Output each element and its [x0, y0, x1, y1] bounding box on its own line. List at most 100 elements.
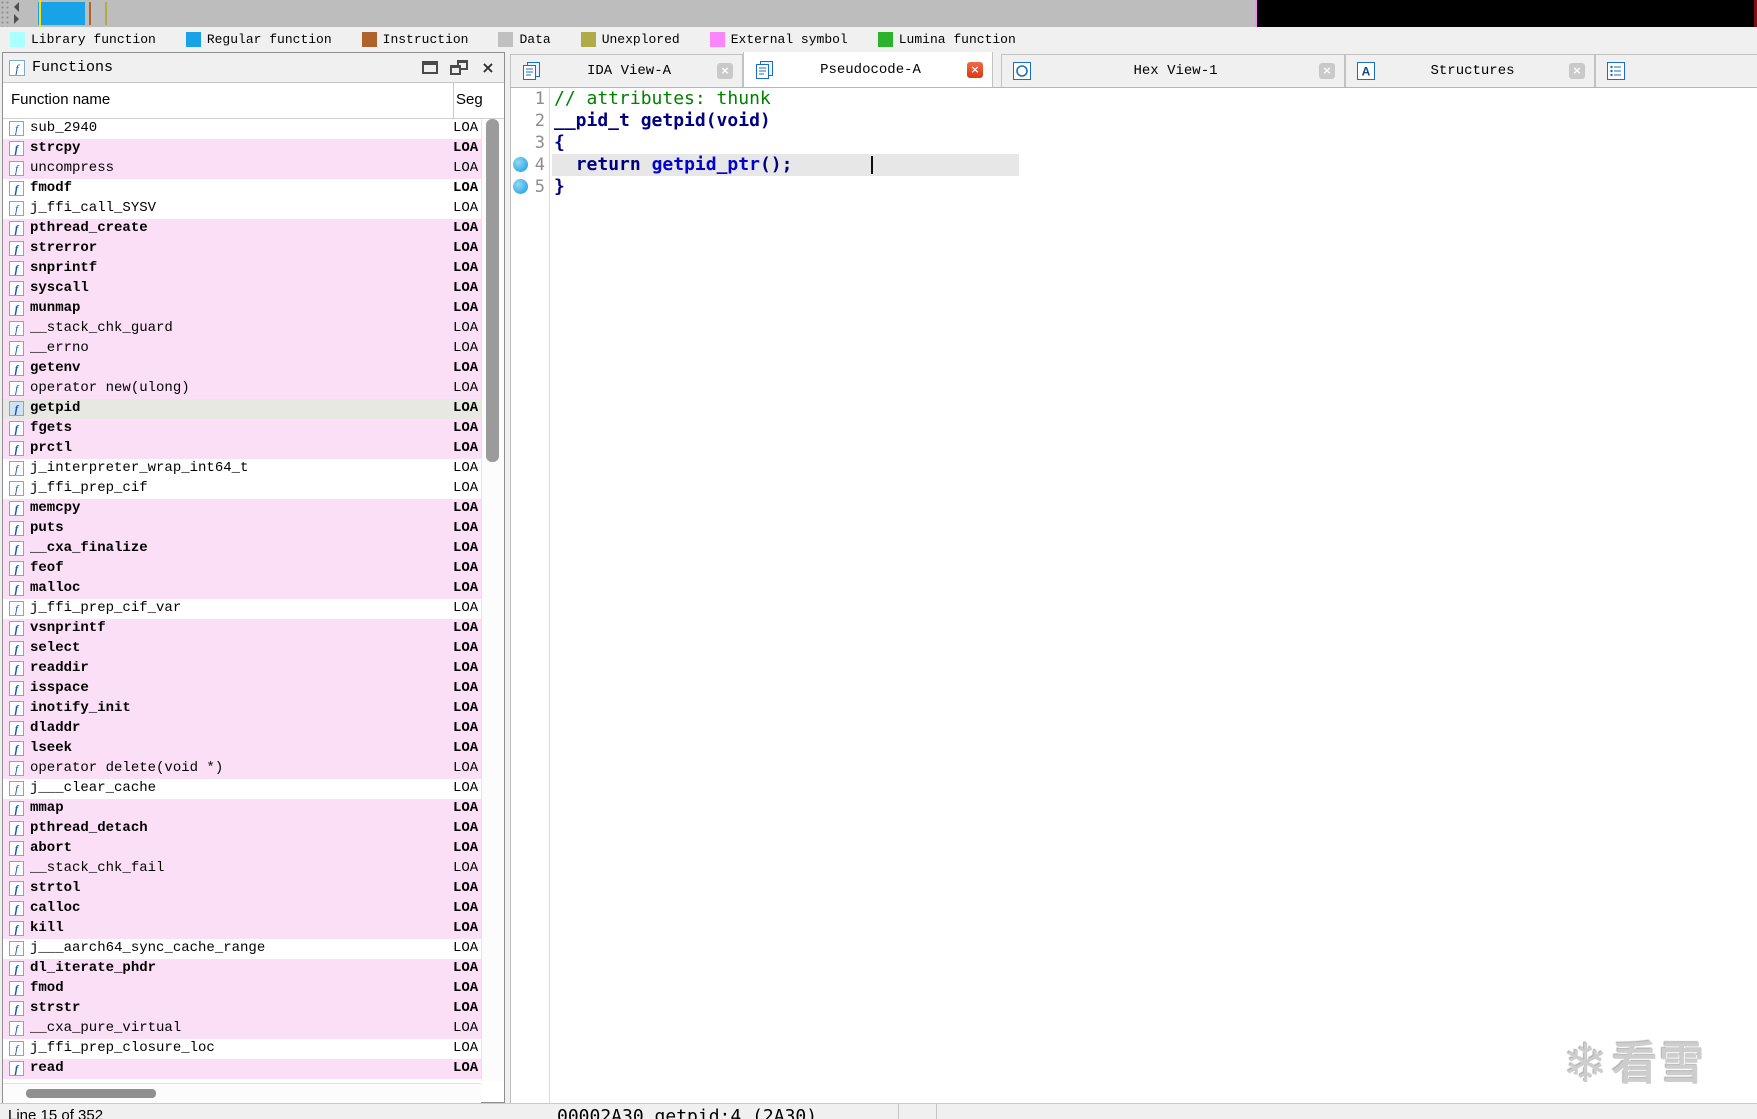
function-row[interactable]: f strstr LOA [3, 999, 504, 1019]
function-name: getpid [30, 400, 81, 416]
function-row[interactable]: f getenv LOA [3, 359, 504, 379]
function-row[interactable]: f j_interpreter_wrap_int64_t LOA [3, 459, 504, 479]
function-row[interactable]: f j_ffi_call_SYSV LOA [3, 199, 504, 219]
function-row[interactable]: f j_ffi_prep_closure_loc LOA [3, 1039, 504, 1059]
function-row[interactable]: f __stack_chk_fail LOA [3, 859, 504, 879]
function-row[interactable]: f j___clear_cache LOA [3, 779, 504, 799]
legend-item: External symbol [709, 32, 848, 47]
function-row[interactable]: f pthread_detach LOA [3, 819, 504, 839]
tab-close-button[interactable]: × [967, 62, 983, 78]
function-row[interactable]: f isspace LOA [3, 679, 504, 699]
function-row[interactable]: f puts LOA [3, 519, 504, 539]
function-f-icon: f [9, 841, 24, 856]
tab-partial[interactable] [1595, 54, 1757, 87]
tab-structures[interactable]: A Structures × [1345, 54, 1595, 87]
function-row[interactable]: f j_ffi_prep_cif LOA [3, 479, 504, 499]
function-row[interactable]: f calloc LOA [3, 899, 504, 919]
function-row[interactable]: f __cxa_pure_virtual LOA [3, 1019, 504, 1039]
vertical-scrollbar[interactable] [481, 119, 504, 1081]
horizontal-scrollbar[interactable] [3, 1083, 481, 1103]
tab-close-button[interactable]: × [1319, 63, 1335, 79]
function-row[interactable]: f __errno LOA [3, 339, 504, 359]
disassembly-view-icon [521, 61, 541, 81]
pseudocode-pane[interactable]: 1 // attributes: thunk 2 __pid_t getpid(voi… [510, 88, 1757, 1103]
function-row[interactable]: f j___aarch64_sync_cache_range LOA [3, 939, 504, 959]
function-f-icon: f [9, 901, 24, 916]
horizontal-scrollbar-handle[interactable] [26, 1089, 156, 1098]
function-row[interactable]: f j_ffi_prep_cif_var LOA [3, 599, 504, 619]
function-row[interactable]: f mmap LOA [3, 799, 504, 819]
toolbar-drag-handle-icon[interactable] [0, 0, 10, 27]
function-row[interactable]: f munmap LOA [3, 299, 504, 319]
code-line[interactable]: 3{ [511, 132, 1757, 154]
function-row[interactable]: f malloc LOA [3, 579, 504, 599]
function-row[interactable]: f snprintf LOA [3, 259, 504, 279]
maximize-button[interactable] [420, 59, 440, 77]
function-segment: LOA [453, 1060, 479, 1076]
function-row[interactable]: f dladdr LOA [3, 719, 504, 739]
function-row[interactable]: f vsnprintf LOA [3, 619, 504, 639]
code-line[interactable]: 1 // attributes: thunk [511, 88, 1757, 110]
function-row[interactable]: f memcpy LOA [3, 499, 504, 519]
status-bar: Line 15 of 352 00002A30 getpid:4 (2A30) [0, 1103, 1757, 1119]
function-row[interactable]: f dl_iterate_phdr LOA [3, 959, 504, 979]
code-line[interactable]: 2 __pid_t getpid(void) [511, 110, 1757, 132]
column-header-function-name[interactable]: Function name [11, 91, 110, 108]
function-segment: LOA [453, 840, 479, 856]
function-row[interactable]: f strerror LOA [3, 239, 504, 259]
function-segment: LOA [453, 320, 479, 336]
code-line[interactable]: 5} [511, 176, 1757, 198]
function-row[interactable]: f __cxa_finalize LOA [3, 539, 504, 559]
function-row[interactable]: f prctl LOA [3, 439, 504, 459]
legend-color-swatch [709, 32, 725, 47]
column-divider[interactable] [453, 83, 454, 119]
legend-label: Regular function [206, 32, 332, 47]
function-row[interactable]: f abort LOA [3, 839, 504, 859]
function-row[interactable]: f fmod LOA [3, 979, 504, 999]
function-row[interactable]: f operator new(ulong) LOA [3, 379, 504, 399]
function-row[interactable]: f kill LOA [3, 919, 504, 939]
function-segment: LOA [453, 860, 479, 876]
function-row[interactable]: f fgets LOA [3, 419, 504, 439]
function-row[interactable]: f fmodf LOA [3, 179, 504, 199]
nav-back-arrow-icon[interactable] [14, 2, 19, 12]
function-f-icon: f [9, 441, 24, 456]
function-row[interactable]: f sub_2940 LOA [3, 119, 504, 139]
status-separator [898, 1104, 899, 1119]
function-name: __cxa_finalize [30, 540, 148, 556]
function-list-header[interactable]: Function name Seg [3, 83, 504, 119]
function-segment: LOA [453, 600, 479, 616]
tab-ida-view-a[interactable]: IDA View-A × [510, 54, 743, 87]
functions-panel-titlebar[interactable]: f Functions × [3, 53, 504, 83]
tab-hex-view-1[interactable]: Hex View-1 × [1001, 54, 1345, 87]
function-row[interactable]: f inotify_init LOA [3, 699, 504, 719]
nav-forward-arrow-icon[interactable] [14, 14, 19, 24]
float-button[interactable] [449, 59, 469, 77]
float-icon [450, 60, 468, 75]
function-row[interactable]: f uncompress LOA [3, 159, 504, 179]
vertical-scrollbar-handle[interactable] [486, 119, 499, 462]
tab-label: Hex View-1 [1133, 63, 1218, 79]
function-segment: LOA [453, 440, 479, 456]
function-row[interactable]: f __stack_chk_guard LOA [3, 319, 504, 339]
column-header-segment[interactable]: Seg [456, 91, 482, 108]
tab-close-button[interactable]: × [717, 63, 733, 79]
navigator-band[interactable] [0, 0, 1757, 27]
function-name: dl_iterate_phdr [30, 960, 157, 976]
function-row[interactable]: f syscall LOA [3, 279, 504, 299]
code-line[interactable]: 4 return getpid_ptr(); [511, 154, 1757, 176]
function-row[interactable]: f select LOA [3, 639, 504, 659]
function-row[interactable]: f readdir LOA [3, 659, 504, 679]
function-row[interactable]: f strcpy LOA [3, 139, 504, 159]
function-row[interactable]: f feof LOA [3, 559, 504, 579]
function-row[interactable]: f read LOA [3, 1059, 504, 1079]
function-row[interactable]: f lseek LOA [3, 739, 504, 759]
close-panel-button[interactable]: × [478, 59, 498, 77]
function-row[interactable]: f operator delete(void *) LOA [3, 759, 504, 779]
function-row[interactable]: f strtol LOA [3, 879, 504, 899]
function-row[interactable]: f pthread_create LOA [3, 219, 504, 239]
tab-close-button[interactable]: × [1569, 63, 1585, 79]
function-row[interactable]: f getpid LOA [3, 399, 504, 419]
tab-pseudocode-a[interactable]: Pseudocode-A × [743, 52, 993, 87]
function-f-icon: f [9, 801, 24, 816]
